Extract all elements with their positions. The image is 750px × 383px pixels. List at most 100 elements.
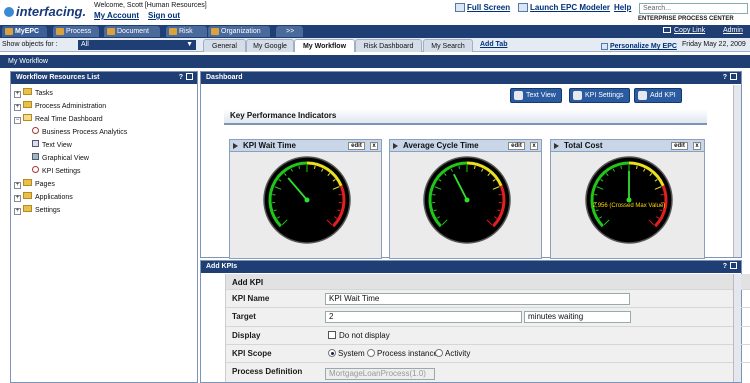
gauge-dial — [423, 156, 511, 244]
expand-icon[interactable]: + — [14, 195, 21, 202]
tree-item-applications[interactable]: + Applications — [14, 192, 73, 202]
launch-modeler-link[interactable]: Launch EPC Modeler — [518, 3, 610, 12]
target-input[interactable]: 2 — [325, 311, 522, 323]
add-kpi-button[interactable]: Add KPI — [634, 88, 682, 103]
tree-item-kpi-settings[interactable]: KPI Settings — [32, 166, 81, 175]
tab-risk-dashboard[interactable]: Risk Dashboard — [355, 39, 422, 52]
gauge-value-label: 2,956 (Crossed Max Value) — [592, 203, 666, 209]
gauge-header: KPI Wait Time edit x — [230, 140, 381, 152]
my-account-link[interactable]: My Account — [94, 11, 139, 20]
admin-link[interactable]: Admin — [723, 27, 743, 34]
expand-icon[interactable]: + — [14, 208, 21, 215]
text-view-button[interactable]: Text View — [510, 88, 562, 103]
collapse-arrow-icon[interactable] — [393, 143, 398, 149]
scope-process-instance-radio[interactable]: Process instance — [367, 349, 438, 358]
kpi-settings-icon — [32, 166, 39, 173]
maximize-icon[interactable] — [730, 73, 737, 80]
folder-icon — [23, 179, 32, 186]
do-not-display-checkbox[interactable]: Do not display — [328, 331, 390, 340]
close-icon[interactable]: x — [693, 142, 701, 150]
collapse-arrow-icon[interactable] — [233, 143, 238, 149]
tab-my-google[interactable]: My Google — [246, 39, 294, 52]
kpi-name-input[interactable]: KPI Wait Time — [325, 293, 630, 305]
dashboard-panel: Dashboard ? Text View KPI Settings Add K… — [200, 71, 742, 259]
target-label: Target — [232, 312, 256, 321]
tree-item-text-view[interactable]: Text View — [32, 140, 72, 149]
close-icon[interactable]: x — [370, 142, 378, 150]
process-icon — [56, 28, 64, 35]
edit-button[interactable]: edit — [348, 142, 365, 150]
display-label: Display — [232, 331, 261, 340]
process-definition-row: Process Definition MortgageLoanProcess(1… — [226, 363, 750, 382]
collapse-arrow-icon[interactable] — [554, 143, 559, 149]
help-link[interactable]: Help — [614, 3, 631, 12]
tab-myepc[interactable]: MyEPC — [2, 26, 47, 37]
sign-out-link[interactable]: Sign out — [148, 11, 180, 20]
tab-my-workflow[interactable]: My Workflow — [294, 39, 355, 52]
gauge-tick — [313, 165, 316, 170]
tab-risk[interactable]: Risk — [166, 26, 207, 37]
gauge-hub — [464, 197, 470, 203]
add-kpi-form: Add KPI KPI Name KPI Wait Time Target 2 … — [225, 274, 750, 382]
add-tab-link[interactable]: Add Tab — [480, 41, 507, 48]
tree-item-process-admin[interactable]: + Process Administration — [14, 101, 106, 111]
help-icon[interactable]: ? — [723, 74, 727, 81]
panel-title: Dashboard ? — [201, 72, 741, 84]
edit-button[interactable]: edit — [508, 142, 525, 150]
process-definition-select[interactable]: MortgageLoanProcess(1.0) — [325, 368, 435, 380]
help-icon[interactable]: ? — [723, 263, 727, 270]
tab-general[interactable]: General — [203, 39, 246, 52]
personalize-link[interactable]: Personalize My EPC — [601, 41, 677, 50]
add-kpis-scrollbar[interactable] — [733, 274, 741, 382]
folder-open-icon — [23, 114, 32, 121]
panel-title: Add KPIs ? — [201, 261, 741, 273]
tab-more[interactable]: >> — [276, 26, 303, 37]
document-icon — [107, 28, 115, 35]
tree-item-tasks[interactable]: + Tasks — [14, 88, 53, 98]
maximize-icon[interactable] — [730, 262, 737, 269]
edit-button[interactable]: edit — [671, 142, 688, 150]
tree-item-graphical-view[interactable]: Graphical View — [32, 153, 89, 162]
target-row: Target 2 minutes waiting — [226, 308, 750, 327]
folder-icon — [23, 88, 32, 95]
scope-system-radio[interactable]: System — [328, 349, 365, 358]
workflow-bar: My Workflow — [0, 55, 750, 68]
date-label: Friday May 22, 2009 — [682, 41, 746, 48]
target-unit-input[interactable]: minutes waiting — [524, 311, 631, 323]
full-screen-link[interactable]: Full Screen — [455, 3, 510, 12]
product-name: ENTERPRISE PROCESS CENTER — [638, 16, 734, 22]
maximize-icon[interactable] — [186, 73, 193, 80]
logo: interfacing. — [4, 4, 86, 19]
gauge-tick — [458, 165, 461, 170]
gauge-tick — [635, 165, 638, 170]
kpi-settings-button[interactable]: KPI Settings — [569, 88, 630, 103]
tree-item-bpa[interactable]: Business Process Analytics — [32, 127, 127, 136]
tree-item-settings[interactable]: + Settings — [14, 205, 60, 215]
expand-icon[interactable]: + — [14, 104, 21, 111]
collapse-icon[interactable]: − — [14, 117, 21, 124]
tab-my-search[interactable]: My Search — [423, 39, 473, 52]
show-objects-select[interactable]: All ▼ — [78, 40, 196, 50]
folder-icon — [23, 192, 32, 199]
gauge-dial — [585, 156, 673, 244]
kpi-name-row: KPI Name KPI Wait Time — [226, 290, 750, 308]
expand-icon[interactable]: + — [14, 182, 21, 189]
search-input[interactable]: Search... — [639, 3, 748, 14]
tree-item-real-time-dashboard[interactable]: − Real Time Dashboard — [14, 114, 103, 124]
help-icon[interactable]: ? — [179, 74, 183, 81]
expand-icon[interactable]: + — [14, 91, 21, 98]
gauge-tick — [298, 165, 301, 170]
folder-icon — [23, 101, 32, 108]
tab-document[interactable]: Document — [104, 26, 160, 37]
tab-organization[interactable]: Organization — [208, 26, 270, 37]
copy-link[interactable]: Copy Link — [663, 27, 705, 34]
gauge-header: Average Cycle Time edit x — [390, 140, 541, 152]
close-icon[interactable]: x — [530, 142, 538, 150]
scope-activity-radio[interactable]: Activity — [435, 349, 470, 358]
gauge-dial — [263, 156, 351, 244]
display-row: Display Do not display — [226, 327, 750, 345]
gauge-tick — [620, 165, 623, 170]
tab-process[interactable]: Process — [53, 26, 99, 37]
dashboard-scrollbar[interactable] — [733, 85, 741, 257]
tree-item-pages[interactable]: + Pages — [14, 179, 55, 189]
